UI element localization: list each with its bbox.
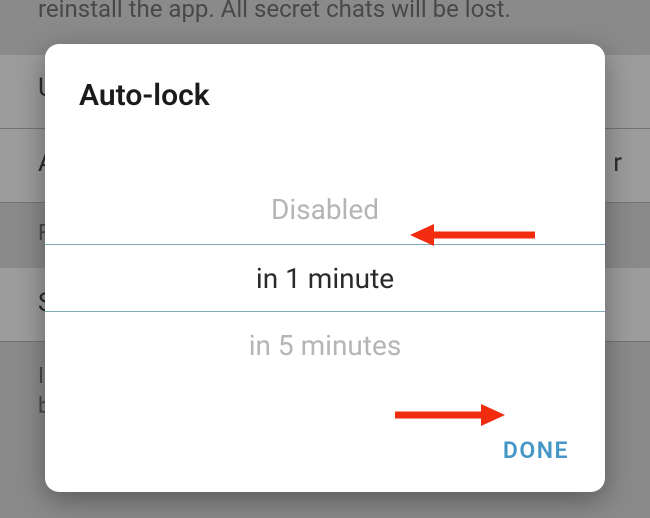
dialog-title: Auto-lock: [45, 44, 605, 135]
time-picker[interactable]: Disabled in 1 minute in 5 minutes: [45, 135, 605, 421]
done-button[interactable]: DONE: [503, 437, 569, 464]
picker-option-next[interactable]: in 5 minutes: [45, 312, 605, 380]
picker-option-selected[interactable]: in 1 minute: [45, 244, 605, 312]
dialog-actions: DONE: [45, 421, 605, 492]
auto-lock-dialog: Auto-lock Disabled in 1 minute in 5 minu…: [45, 44, 605, 492]
picker-option-prev[interactable]: Disabled: [45, 176, 605, 244]
